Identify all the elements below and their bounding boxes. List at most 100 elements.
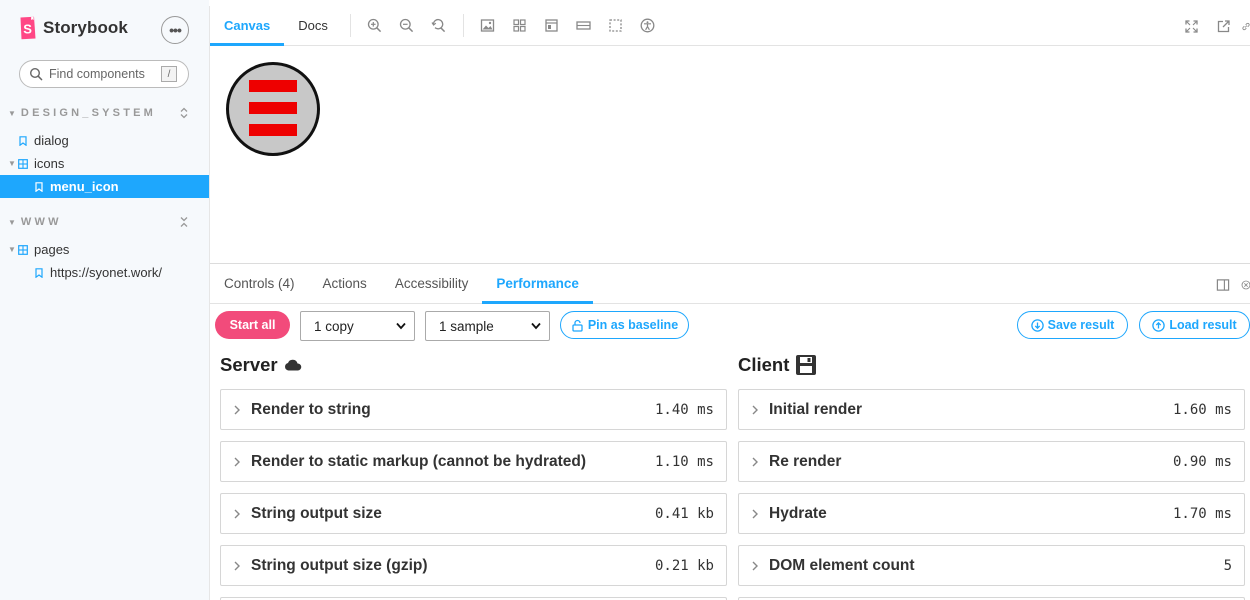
load-result-button[interactable]: Load result (1139, 311, 1250, 339)
search-icon (29, 67, 43, 81)
metric-label: Initial render (769, 400, 863, 418)
sidebar-item-syonet-work[interactable]: https://syonet.work/ (0, 261, 209, 284)
tab-accessibility[interactable]: Accessibility (381, 264, 483, 303)
toolbar-divider (349, 14, 351, 37)
background-icon[interactable] (472, 6, 504, 45)
storybook-brand[interactable]: S Storybook (19, 16, 128, 40)
collapse-expand-icon[interactable] (180, 107, 188, 119)
menu-icon[interactable] (226, 62, 320, 156)
fullscreen-icon[interactable] (1175, 6, 1207, 46)
group-header-www[interactable]: ▼ WWW (8, 216, 188, 228)
tab-performance[interactable]: Performance (482, 264, 593, 304)
metric-render-to-string[interactable]: Render to string 1.40 ms (220, 389, 727, 430)
zoom-reset-icon[interactable] (423, 6, 455, 45)
addon-panel-tabs: Controls (4) Actions Accessibility Perfo… (210, 263, 1250, 304)
collapse-expand-icon[interactable] (180, 216, 188, 228)
metric-hydrate[interactable]: Hydrate 1.70 ms (738, 493, 1245, 534)
metric-value: 1.60 ms (1172, 401, 1232, 418)
tab-docs[interactable]: Docs (284, 6, 342, 45)
metric-value: 0.41 kb (654, 505, 714, 522)
metric-label: DOM element count (769, 556, 915, 574)
metric-string-output-size-gzip[interactable]: String output size (gzip) 0.21 kb (220, 545, 727, 586)
panel-orientation-icon[interactable] (1207, 278, 1239, 292)
sidebar-item-icons[interactable]: ▼ icons (0, 152, 209, 175)
addon-right-group (1207, 264, 1250, 305)
tab-label: Accessibility (394, 276, 469, 291)
search-input[interactable]: Find components / (19, 60, 189, 88)
save-result-button[interactable]: Save result (1017, 311, 1128, 339)
sidebar-item-menu-icon[interactable]: menu_icon (0, 175, 209, 198)
tab-label: Controls (4) (224, 276, 295, 291)
metric-re-render[interactable]: Re render 0.90 ms (738, 441, 1245, 482)
zoom-out-icon[interactable] (391, 6, 423, 45)
viewport-icon[interactable] (536, 6, 568, 45)
bookmark-icon (35, 267, 43, 278)
tab-controls[interactable]: Controls (4) (210, 264, 309, 303)
measure-icon[interactable] (568, 6, 600, 45)
metric-label: Re render (769, 452, 842, 470)
upload-icon (1152, 318, 1166, 332)
cloud-icon (284, 359, 301, 371)
pin-as-baseline-button[interactable]: Pin as baseline (560, 311, 689, 339)
chevron-right-icon (234, 561, 240, 570)
metric-initial-render[interactable]: Initial render 1.60 ms (738, 389, 1245, 430)
outline-icon[interactable] (600, 6, 632, 45)
tab-label: Canvas (224, 18, 271, 33)
close-panel-icon[interactable] (1239, 278, 1250, 292)
metric-label: String output size (gzip) (251, 556, 428, 574)
svg-text:S: S (23, 22, 32, 37)
start-all-button[interactable]: Start all (215, 311, 290, 339)
accessibility-icon[interactable] (632, 6, 664, 45)
group-header-design-system[interactable]: ▼ DESIGN_SYSTEM (8, 107, 188, 119)
metric-value: 1.10 ms (654, 453, 714, 470)
metric-render-to-static-markup[interactable]: Render to static markup (cannot be hydra… (220, 441, 727, 482)
component-icon (18, 244, 28, 255)
button-label: Save result (1047, 318, 1115, 332)
metric-value: 0.21 kb (654, 557, 714, 574)
grid-icon[interactable] (504, 6, 536, 45)
chevron-down-icon: ▼ (8, 245, 16, 254)
preview-toolbar: Canvas Docs (210, 6, 1250, 46)
sidebar-item-label: dialog (34, 133, 69, 148)
samples-value: 1 sample (439, 318, 494, 334)
button-label: Load result (1169, 318, 1237, 332)
bookmark-icon (19, 135, 27, 146)
copies-select[interactable]: 1 copy (300, 311, 415, 341)
more-options-button[interactable]: ••• (161, 16, 189, 44)
tab-label: Actions (322, 276, 367, 291)
toolbar-divider (462, 14, 464, 37)
client-section-title: Client (738, 354, 817, 376)
tab-canvas[interactable]: Canvas (210, 6, 285, 46)
open-new-tab-icon[interactable] (1207, 6, 1239, 46)
metric-label: Render to static markup (cannot be hydra… (251, 452, 587, 470)
toolbar-right-group (1175, 6, 1250, 46)
zoom-in-icon[interactable] (359, 6, 391, 45)
chevron-right-icon (234, 405, 240, 414)
floppy-disk-icon (796, 355, 817, 375)
unlock-icon (572, 319, 583, 332)
performance-controls: Start all 1 copy 1 sample Pin as baselin… (215, 311, 1250, 341)
metric-dom-element-count[interactable]: DOM element count 5 (738, 545, 1245, 586)
sidebar-item-label: pages (34, 242, 70, 257)
samples-select[interactable]: 1 sample (425, 311, 550, 341)
ellipsis-icon: ••• (169, 22, 182, 38)
download-icon (1030, 318, 1044, 332)
sidebar-item-label: menu_icon (50, 179, 119, 194)
tab-actions[interactable]: Actions (309, 264, 381, 303)
metric-value: 0.90 ms (1172, 453, 1232, 470)
search-placeholder: Find components (49, 67, 145, 81)
metric-string-output-size[interactable]: String output size 0.41 kb (220, 493, 727, 534)
metric-label: String output size (251, 504, 382, 522)
chevron-down-icon: ▼ (8, 217, 16, 227)
group-title: DESIGN_SYSTEM (20, 107, 157, 119)
chevron-right-icon (234, 457, 240, 466)
main-panel: Canvas Docs Controls (4) Actions Accessi… (209, 6, 1250, 600)
copy-link-icon[interactable] (1239, 6, 1250, 46)
chevron-down-icon (531, 322, 541, 330)
tab-label: Performance (496, 276, 579, 291)
metric-value: 5 (1223, 557, 1232, 574)
sidebar-item-dialog[interactable]: dialog (0, 129, 209, 152)
server-section-title: Server (220, 354, 302, 376)
bookmark-icon (35, 181, 43, 192)
sidebar-item-pages[interactable]: ▼ pages (0, 238, 209, 261)
